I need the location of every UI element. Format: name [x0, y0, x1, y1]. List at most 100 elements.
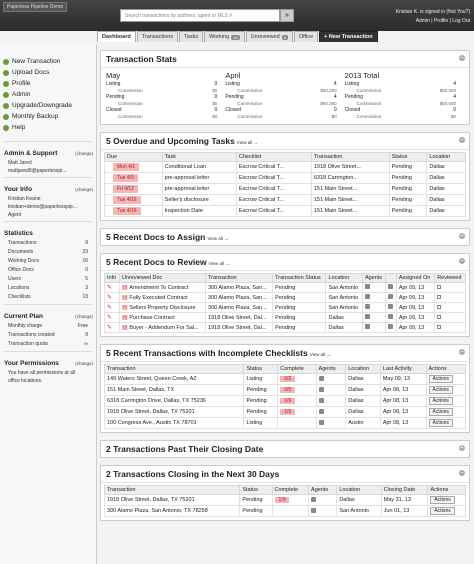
view-all-link[interactable]: View all →	[310, 352, 331, 357]
table-row[interactable]: ✎ ▤ Fully Executed Contract 300 Alamo Plaz…	[104, 292, 466, 303]
collapse-icon[interactable]: –	[459, 470, 465, 476]
tab-dashboard[interactable]: Dashboard	[97, 31, 136, 42]
column-header[interactable]: Checklist	[235, 152, 312, 162]
transaction-cell[interactable]: 1918 Olive Street, Dal...	[205, 312, 274, 323]
search-input[interactable]: Search transactions by address, agent or…	[120, 9, 280, 22]
agent-icon[interactable]	[364, 284, 370, 289]
stat-row[interactable]: Documents 23	[0, 248, 96, 257]
view-all-link[interactable]: View all →	[209, 261, 230, 266]
account-links[interactable]: Admin | Profile | Log Out	[396, 17, 470, 26]
column-header[interactable]: Last Activity	[379, 364, 427, 374]
table-row[interactable]: 1918 Olive Street, Dallas, TX 75201 Pendi…	[103, 494, 466, 506]
app-logo[interactable]: Paperless Pipeline Demo	[3, 2, 68, 12]
table-row[interactable]: 1918 Olive Street, Dallas, TX 75201 Pendi…	[103, 406, 466, 418]
reviewed-checkbox[interactable]	[437, 314, 442, 319]
table-row[interactable]: ✎ ▤ Buyer - Addendum For Sal... 1918 Olive…	[104, 322, 466, 333]
reviewed-checkbox[interactable]	[437, 284, 442, 289]
stat-row[interactable]: Users 5	[0, 275, 96, 284]
doc-cell[interactable]: ▤ Sellers Property Disclosure	[118, 302, 207, 313]
search-button[interactable]: »	[280, 9, 294, 22]
comment-icon[interactable]	[388, 284, 394, 289]
checklist-cell[interactable]: Escrow Critical T...	[235, 172, 312, 184]
task-cell[interactable]: pre-approval letter	[161, 172, 237, 184]
agent-icon[interactable]	[318, 386, 324, 392]
transaction-cell[interactable]: 1918 Olive Street, Dallas, TX 75201	[103, 406, 245, 418]
comment-icon[interactable]	[388, 294, 394, 299]
column-header[interactable]: Actions	[425, 364, 466, 374]
user-email[interactable]: kristian+demo@paperlesspip...	[0, 203, 96, 211]
column-header[interactable]: Transaction	[310, 152, 390, 162]
table-row[interactable]: 151 Main Street, Dallas, TX Pending 0/9 Dal…	[103, 384, 466, 396]
transaction-cell[interactable]: 149 Waters Street, Queen Creek, AZ	[103, 373, 245, 385]
info-icon[interactable]: ✎	[107, 325, 112, 331]
task-cell[interactable]: Seller's disclosure	[161, 194, 237, 206]
sidebar-item-new-transaction[interactable]: New Transaction	[0, 56, 96, 67]
checklist-cell[interactable]: Escrow Critical T...	[235, 194, 312, 206]
agent-icon[interactable]	[311, 507, 317, 513]
column-header[interactable]: Transaction	[205, 273, 274, 283]
table-row[interactable]: Fri 4/12 pre-approval letter Escrow Critic…	[104, 183, 466, 195]
doc-cell[interactable]: ▤ Purchase Contract	[118, 312, 207, 323]
transaction-cell[interactable]: 151 Main Street...	[310, 194, 390, 206]
actions-dropdown[interactable]: Actions	[428, 419, 453, 427]
actions-dropdown[interactable]: Actions	[428, 397, 453, 405]
new-transaction-tab[interactable]: + New Transaction	[319, 31, 378, 42]
stat-row[interactable]: Locations 3	[0, 284, 96, 293]
doc-name[interactable]: Buyer - Addendum For Sal...	[129, 325, 198, 331]
agent-icon[interactable]	[364, 294, 370, 299]
agent-icon[interactable]	[318, 419, 324, 425]
transaction-cell[interactable]: 300 Alamo Plaza, San...	[205, 292, 274, 303]
panel-title[interactable]: 2 Transactions Past Their Closing Date +	[101, 441, 469, 457]
info-icon[interactable]: ✎	[107, 305, 112, 311]
expand-icon[interactable]: +	[459, 233, 465, 239]
column-header[interactable]: Unreviewed Doc	[118, 273, 207, 283]
column-header[interactable]: Location	[426, 152, 466, 162]
comment-icon[interactable]	[388, 314, 394, 319]
tab-unreviewed[interactable]: Unreviewed 6	[245, 31, 293, 42]
transaction-cell[interactable]: 6318 Carrington Drive, Dallas, TX 75236	[103, 395, 245, 407]
actions-dropdown[interactable]: Actions	[428, 408, 453, 416]
column-header[interactable]: Closing Date	[380, 485, 429, 495]
transaction-cell[interactable]: 151 Main Street...	[310, 205, 390, 217]
tab-office[interactable]: Office	[293, 31, 319, 42]
transaction-cell[interactable]: 6318 Carrington...	[310, 172, 390, 184]
agent-icon[interactable]	[364, 304, 370, 309]
tab-transactions[interactable]: Transactions	[136, 31, 179, 42]
column-header[interactable]: Transaction	[103, 364, 245, 374]
task-cell[interactable]: pre-approval letter	[161, 183, 237, 195]
change-link[interactable]: (change)	[75, 361, 93, 366]
column-header[interactable]: Complete	[277, 364, 317, 374]
table-row[interactable]: ✎ ▤ Sellers Property Disclosure 300 Alamo …	[104, 302, 466, 313]
tab-tasks[interactable]: Tasks	[179, 31, 204, 42]
table-row[interactable]: ✎ ▤ Purchase Contract 1918 Olive Street, D…	[104, 312, 466, 323]
agent-icon[interactable]	[318, 397, 324, 403]
table-row[interactable]: 149 Waters Street, Queen Creek, AZ Listin…	[103, 373, 466, 385]
change-link[interactable]: (change)	[75, 314, 93, 319]
transaction-cell[interactable]: 300 Alamo Plaza, San...	[205, 282, 274, 293]
actions-dropdown[interactable]: Actions	[430, 507, 455, 515]
table-row[interactable]: 300 Alamo Plaza, San Antonio, TX 78258 Pe…	[103, 505, 466, 517]
transaction-cell[interactable]: 1918 Olive Street...	[310, 161, 390, 173]
doc-cell[interactable]: ▤ Amendment To Contract	[118, 282, 207, 293]
transaction-cell[interactable]: 100 Congress Ave., Austin TX 78701	[103, 417, 245, 429]
doc-name[interactable]: Fully Executed Contract	[129, 295, 187, 301]
column-header[interactable]: Location	[336, 485, 382, 495]
view-all-link[interactable]: View all →	[237, 140, 258, 145]
agent-icon[interactable]	[364, 324, 370, 329]
agent-icon[interactable]	[318, 408, 324, 414]
reviewed-checkbox[interactable]	[437, 304, 442, 309]
collapse-icon[interactable]: –	[459, 137, 465, 143]
column-header[interactable]: Agents	[315, 364, 347, 374]
column-header[interactable]: Agents	[361, 273, 387, 283]
column-header[interactable]: Location	[345, 364, 381, 374]
column-header[interactable]: Location	[325, 273, 363, 283]
task-cell[interactable]: Conditional Loan	[161, 161, 237, 173]
column-header[interactable]: Info	[104, 273, 120, 283]
actions-dropdown[interactable]: Actions	[428, 386, 453, 394]
column-header[interactable]	[385, 273, 397, 283]
table-row[interactable]: Tue 4/9 pre-approval letter Escrow Critica…	[104, 172, 466, 184]
reviewed-checkbox[interactable]	[437, 324, 442, 329]
checklist-cell[interactable]: Escrow Critical T...	[235, 205, 312, 217]
actions-dropdown[interactable]: Actions	[430, 496, 455, 504]
table-row[interactable]: 6318 Carrington Drive, Dallas, TX 75236 P…	[103, 395, 466, 407]
